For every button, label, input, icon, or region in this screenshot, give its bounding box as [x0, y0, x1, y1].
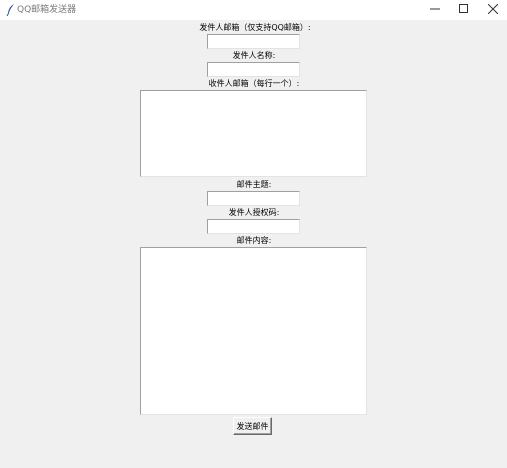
close-icon — [487, 3, 499, 16]
content-label: 邮件内容: — [236, 236, 272, 245]
sender-name-input[interactable] — [207, 62, 300, 77]
recipients-label: 收件人邮箱（每行一个）: — [208, 79, 300, 88]
minimize-icon — [430, 4, 440, 16]
close-button[interactable] — [478, 0, 507, 20]
title-bar[interactable]: QQ邮箱发送器 — [0, 0, 507, 20]
maximize-button[interactable] — [449, 0, 479, 20]
sender-email-label: 发件人邮箱（仅支持QQ邮箱）: — [199, 23, 311, 32]
app-window: QQ邮箱发送器 发件人邮箱（仅支持QQ邮箱）: 发件人名称: 收件人邮箱（每行一… — [0, 0, 507, 468]
feather-icon — [6, 4, 16, 17]
maximize-icon — [459, 4, 469, 16]
sender-name-label: 发件人名称: — [232, 51, 276, 60]
auth-code-input[interactable] — [207, 219, 300, 234]
recipients-textarea[interactable] — [140, 90, 367, 177]
subject-input[interactable] — [207, 191, 300, 206]
subject-label: 邮件主题: — [236, 180, 272, 189]
auth-code-label: 发件人授权码: — [228, 208, 280, 217]
minimize-button[interactable] — [420, 0, 450, 20]
window-title: QQ邮箱发送器 — [17, 5, 77, 15]
content-textarea[interactable] — [140, 247, 367, 415]
send-email-button[interactable]: 发送邮件 — [233, 417, 272, 435]
sender-email-input[interactable] — [207, 34, 300, 49]
